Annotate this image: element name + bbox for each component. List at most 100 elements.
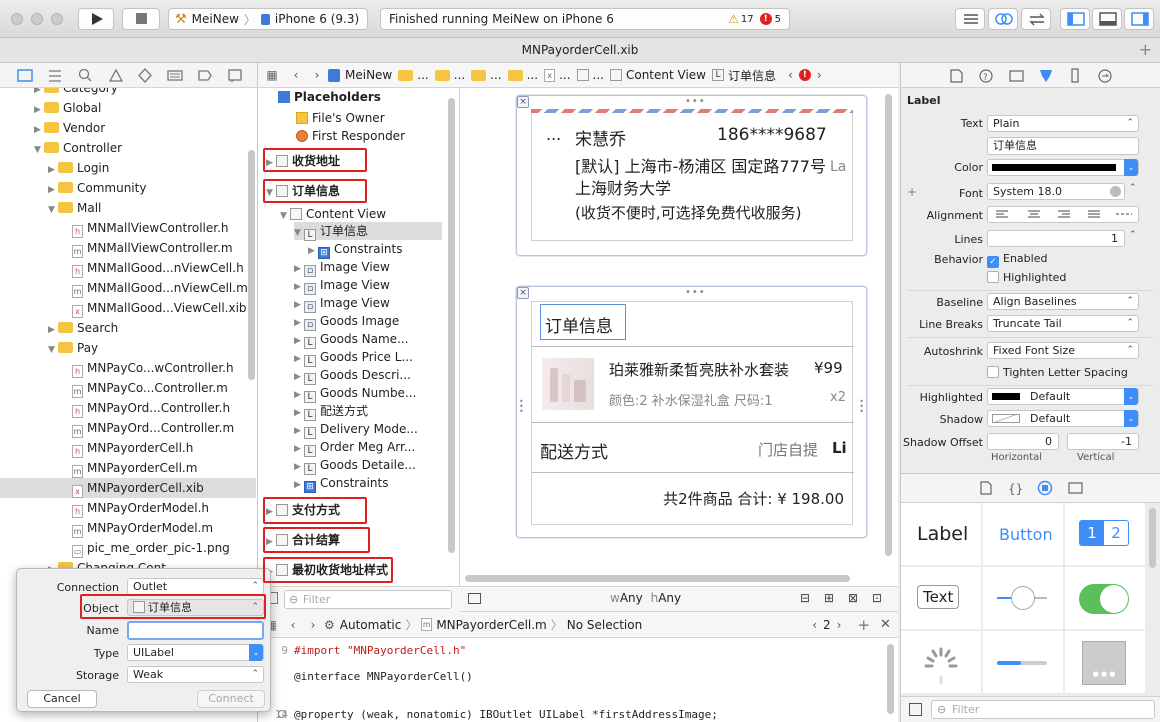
disclosure-open-icon[interactable]: ▼	[280, 207, 290, 225]
attributes-inspector-icon[interactable]	[1040, 70, 1052, 82]
lines-stepper-icon[interactable]: ⌃	[1129, 230, 1137, 240]
resizing-icon[interactable]: ⊡	[872, 591, 882, 605]
navigator-item[interactable]: ▼ Pay	[0, 338, 256, 358]
forward-arrow-icon[interactable]: ›	[306, 68, 328, 82]
report-icon[interactable]	[228, 69, 242, 83]
highlighted-checkbox[interactable]: Highlighted	[987, 271, 1066, 284]
library-label-item[interactable]: Label	[901, 503, 981, 565]
library-progress-item[interactable]	[983, 631, 1063, 693]
library-textfield-item[interactable]: Text	[901, 567, 981, 629]
standard-editor-button[interactable]	[955, 8, 985, 30]
toggle-debug-area-button[interactable]	[1092, 8, 1122, 30]
issue-error-icon[interactable]: !	[798, 69, 811, 81]
path-segment[interactable]: ...	[527, 68, 538, 82]
outline-item[interactable]: ▶ ▫ Image View	[294, 276, 390, 295]
run-button[interactable]	[78, 8, 114, 30]
align-center-icon[interactable]	[1028, 210, 1040, 218]
warning-triangle-icon[interactable]	[108, 68, 124, 82]
outline-item[interactable]: ▶ L Order Meg Arr...	[294, 438, 415, 457]
identity-inspector-icon[interactable]	[1009, 70, 1024, 82]
cancel-button[interactable]: Cancel	[27, 690, 97, 708]
connect-button[interactable]: Connect	[197, 690, 265, 708]
navigator-item[interactable]: h MNPayOrderModel.h	[0, 498, 256, 518]
object-library-icon[interactable]	[1037, 480, 1053, 496]
outline-item[interactable]: ▶ L Goods Numbe...	[294, 384, 416, 403]
chevron-left-icon[interactable]: ‹	[788, 68, 793, 82]
error-icon[interactable]: !	[759, 13, 772, 25]
navigator-item[interactable]: ▼ Controller	[0, 138, 256, 158]
add-editor-icon[interactable]: +	[857, 616, 870, 634]
navigator-item[interactable]: x MNMallGood...ViewCell.xib	[0, 298, 256, 318]
breakpoint-icon[interactable]	[198, 70, 212, 81]
toggle-navigator-button[interactable]	[1060, 8, 1090, 30]
navigator-item[interactable]: ▶ Vendor	[0, 118, 256, 138]
minimize-window-button[interactable]	[31, 13, 43, 25]
file-inspector-icon[interactable]	[950, 69, 963, 83]
shadow-v-field[interactable]: -1	[1067, 433, 1139, 450]
color-dropdown-icon[interactable]: ⌄	[1124, 159, 1138, 176]
zoom-window-button[interactable]	[51, 13, 63, 25]
library-activity-item[interactable]	[901, 631, 981, 693]
code-connection-dot[interactable]	[278, 710, 286, 718]
library-segmented-item[interactable]: 1 2	[1065, 503, 1145, 565]
navigator-item[interactable]: m MNPayOrd...Controller.m	[0, 418, 256, 438]
toggle-utilities-button[interactable]	[1124, 8, 1154, 30]
navigator-item[interactable]: m MNMallGood...nViewCell.m	[0, 278, 256, 298]
align-left-icon[interactable]	[996, 210, 1008, 218]
cell-handle-icon[interactable]: ×	[517, 96, 529, 108]
baseline-popup[interactable]: Align Baselines ⌃	[987, 293, 1139, 310]
shadow-color-well[interactable]: Default ⌄	[987, 410, 1139, 427]
navigator-item[interactable]: h MNMallGood...nViewCell.h	[0, 258, 256, 278]
library-slider-item[interactable]	[983, 567, 1063, 629]
outline-files-owner[interactable]: File's Owner	[296, 109, 385, 127]
debug-gauge-icon[interactable]	[167, 70, 183, 81]
autoshrink-popup[interactable]: Fixed Font Size ⌃	[987, 342, 1139, 359]
navigator-item[interactable]: ▭ pic_me_order_pic-1.png	[0, 538, 256, 558]
outline-item[interactable]: ▶ ⊞ Constraints	[294, 474, 388, 494]
navigator-item[interactable]: ▼ Mall	[0, 198, 256, 218]
toggle-outline-icon[interactable]	[468, 593, 481, 604]
font-picker-icon[interactable]	[1110, 186, 1121, 197]
navigator-item[interactable]: h MNPayOrd...Controller.h	[0, 398, 256, 418]
disclosure-closed-icon[interactable]: ▶	[294, 476, 304, 494]
navigator-item[interactable]: m MNPayCo...Controller.m	[0, 378, 256, 398]
outline-filter-input[interactable]: ⊖ Filter	[284, 590, 452, 609]
assistant-file[interactable]: MNPayorderCell.m	[436, 618, 546, 632]
disclosure-closed-icon[interactable]: ▶	[48, 180, 58, 200]
navigator-item[interactable]: h MNPayorderCell.h	[0, 438, 256, 458]
assistant-mode[interactable]: Automatic	[340, 618, 402, 632]
path-segment[interactable]: ...	[417, 68, 428, 82]
assistant-editor-button[interactable]	[988, 8, 1018, 30]
path-segment[interactable]: ...	[490, 68, 501, 82]
hierarchy-icon[interactable]	[49, 70, 61, 82]
outline-item[interactable]: ▶ L Delivery Mode...	[294, 420, 418, 439]
outline-item[interactable]: ▼ L 订单信息	[294, 222, 442, 241]
back-arrow-icon[interactable]: ‹	[286, 68, 306, 82]
cell-handle-icon[interactable]: ×	[517, 287, 529, 299]
navigator-item[interactable]: ▶ Global	[0, 98, 256, 118]
outline-item[interactable]: ▼ Content View	[280, 205, 386, 223]
resolve-icon[interactable]: ⊠	[848, 591, 858, 605]
outline-item[interactable]: ▶ ▫ Image View	[294, 294, 390, 313]
storage-popup[interactable]: Weak ⌃	[127, 666, 264, 683]
navigator-item[interactable]: ▶ Category	[0, 88, 256, 98]
close-window-button[interactable]	[11, 13, 23, 25]
test-diamond-icon[interactable]	[138, 68, 152, 83]
shadow-h-field[interactable]: 0	[987, 433, 1059, 450]
outline-item[interactable]: ▶ L Goods Name...	[294, 330, 409, 349]
disclosure-open-icon[interactable]: ▼	[34, 140, 44, 160]
outline-placeholders[interactable]: Placeholders	[278, 88, 381, 106]
alignment-segmented-control[interactable]	[987, 206, 1139, 223]
related-items-icon[interactable]: ▦	[258, 68, 286, 82]
path-segment[interactable]: ...	[593, 68, 604, 82]
outline-scrollbar[interactable]	[448, 98, 455, 553]
outline-item[interactable]: ▶ ▫ Goods Image	[294, 312, 399, 331]
folder-icon[interactable]	[17, 69, 33, 82]
size-inspector-icon[interactable]	[1071, 68, 1079, 83]
library-button-item[interactable]: Button	[983, 503, 1063, 565]
disclosure-closed-icon[interactable]: ▶	[34, 100, 44, 120]
jump-project[interactable]: MeiNew	[345, 68, 392, 82]
connection-popup[interactable]: Outlet ⌃	[127, 578, 264, 595]
add-tab-icon[interactable]: +	[1139, 38, 1152, 62]
path-segment[interactable]: ...	[559, 68, 570, 82]
